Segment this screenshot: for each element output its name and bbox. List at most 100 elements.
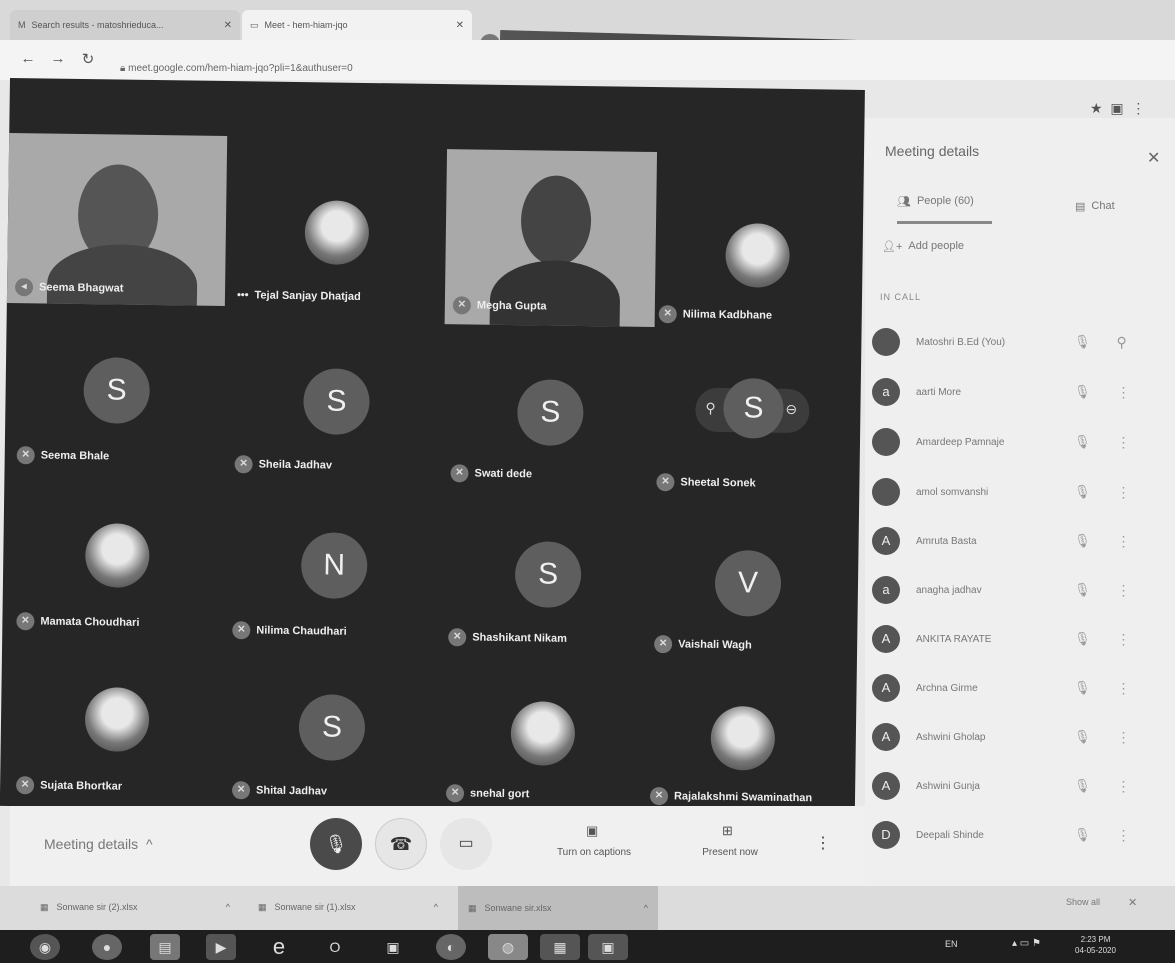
captions-icon[interactable]: ▣ [586,823,598,839]
participant-name: ✕ Nilima Chaudhari [232,621,347,641]
chevron-up-icon: ^ [145,836,153,852]
system-clock[interactable]: 2:23 PM 04-05-2020 [1075,934,1116,956]
tab-chat[interactable]: ▤ Chat [1075,200,1115,213]
firefox-icon[interactable]: ◐ [436,934,466,960]
list-item[interactable]: a anagha jadhav 🎙︎ ⋮ [872,570,1142,610]
list-item[interactable]: A Ashwini Gunja 🎙︎ ⋮ [872,766,1142,806]
participant-avatar [510,701,576,766]
forward-icon[interactable]: → [48,50,68,67]
chevron-up-icon[interactable]: ^ [434,902,438,912]
more-vert-icon[interactable]: ⋮ [1117,729,1131,746]
remove-icon[interactable]: ⊖ [785,401,797,418]
close-icon[interactable]: ✕ [1147,148,1160,168]
extension-icon[interactable]: ▣ [1110,100,1123,116]
close-tab-icon[interactable]: ✕ [456,20,464,31]
star-icon[interactable]: ★ [1090,100,1103,116]
close-icon[interactable]: ✕ [1128,896,1137,909]
list-item[interactable]: A Amruta Basta 🎙︎ ⋮ [872,521,1142,561]
more-vert-icon[interactable]: ⋮ [1117,680,1131,697]
participant-avatar [725,223,791,288]
mic-off-icon: 🎙︎ [1074,631,1091,646]
more-vert-icon[interactable]: ⋮ [1117,778,1131,795]
more-vert-icon[interactable]: ⋮ [1117,533,1131,550]
more-vert-icon[interactable]: ⋮ [1117,582,1131,599]
meeting-details-button[interactable]: Meeting details ^ [44,836,153,852]
list-item[interactable]: Amardeep Pamnaje 🎙︎ ⋮ [872,422,1142,462]
in-call-heading: IN CALL [880,292,922,302]
participant-name: ◂ Seema Bhagwat [14,278,124,298]
browser-tab-search-results[interactable]: M Search results - matoshrieduca... ✕ [10,10,240,40]
video-player-icon[interactable]: ▶ [206,934,236,960]
more-vert-icon[interactable]: ⋮ [1117,434,1131,451]
mic-off-icon: ✕ [231,781,251,800]
mic-off-icon: 🎙︎ [1074,434,1091,449]
menu-icon[interactable]: ⋮ [1131,100,1145,116]
list-item[interactable]: amol somvanshi 🎙︎ ⋮ [872,472,1142,512]
tab-people[interactable]: 👥︎ People (60) [897,195,974,208]
list-item[interactable]: A Ashwini Gholap 🎙︎ ⋮ [872,717,1142,757]
media-player-icon[interactable]: ● [92,934,122,960]
chevron-up-icon[interactable]: ^ [644,903,648,913]
download-item[interactable]: ▦ Sonwane sir (1).xlsx ^ [248,892,448,922]
participant-name: ✕ Mamata Choudhari [16,612,140,632]
mic-off-icon: 🎙︎ [1074,533,1091,548]
more-dots-icon[interactable]: ••• [237,289,249,301]
mic-off-icon: ✕ [232,621,251,640]
internet-explorer-icon[interactable]: e [264,934,294,960]
participant-avatar: S [303,368,370,436]
more-vert-icon[interactable]: ⋮ [1117,827,1131,844]
chat-icon: ▤ [1075,201,1086,213]
phone-icon: ☎︎ [389,834,413,854]
excel-icon[interactable]: ▦ [540,934,580,960]
download-item[interactable]: ▦ Sonwane sir.xlsx ^ [458,886,658,930]
people-icon: 👥︎ [897,196,911,208]
reload-icon[interactable]: ↻ [78,50,98,68]
show-all-button[interactable]: Show all [1066,897,1100,907]
url-field[interactable]: 🔒︎ meet.google.com/hem-hiam-jqo?pli=1&au… [120,63,353,74]
mic-toggle-button[interactable]: 🎙︎ [310,818,362,870]
list-item[interactable]: A ANKITA RAYATE 🎙︎ ⋮ [872,619,1142,659]
add-people-button[interactable]: 👤︎+ Add people [882,240,964,253]
participant-avatar: S [298,694,366,762]
chrome-icon[interactable]: ◍ [488,934,528,960]
list-item[interactable]: D Deepali Shinde 🎙︎ ⋮ [872,815,1142,855]
camera-toggle-button[interactable]: ▭ [440,818,492,870]
mic-off-icon: ✕ [656,473,675,492]
participant-avatar [84,687,150,753]
pin-icon[interactable]: ⚲ [705,400,715,417]
mic-off-icon: 🎙︎ [1074,582,1091,597]
tab-label: Meet - hem-hiam-jqo [264,20,348,30]
present-button[interactable]: Present now [690,847,770,858]
network-icon[interactable]: ▣ [378,934,408,960]
list-item[interactable]: a aarti More 🎙︎ ⋮ [872,372,1142,412]
file-explorer-icon[interactable]: ▤ [150,934,180,960]
powerpoint-icon[interactable]: ▣ [588,934,628,960]
more-vert-icon[interactable]: ⋮ [1117,484,1131,501]
more-vert-icon[interactable]: ⋮ [1117,384,1131,401]
person-avatar: A [872,723,900,751]
system-tray-icons[interactable]: ▴ ▭ ⚑ [1012,938,1041,949]
language-indicator[interactable]: EN [945,939,958,949]
mic-off-icon: ✕ [16,776,35,795]
present-icon[interactable]: ⊞ [722,823,733,839]
more-vert-icon[interactable]: ⋮ [1117,631,1131,648]
hang-up-button[interactable]: ☎︎ [375,818,427,870]
participant-avatar: S [83,357,151,424]
add-person-icon: 👤︎+ [882,241,903,253]
lock-icon: 🔒︎ [120,63,129,74]
opera-icon[interactable]: O [320,934,350,960]
download-item[interactable]: ▦ Sonwane sir (2).xlsx ^ [30,892,240,922]
list-item[interactable]: A Archna Girme 🎙︎ ⋮ [872,668,1142,708]
back-icon[interactable]: ← [18,50,38,67]
close-tab-icon[interactable]: ✕ [224,20,232,31]
list-item[interactable]: Matoshri B.Ed (You) 🎙︎ ⚲ [872,322,1142,362]
active-tab-indicator [897,221,992,224]
pin-icon[interactable]: ⚲ [1117,334,1127,351]
start-button-icon[interactable]: ◉ [30,934,60,960]
mic-off-icon: ✕ [16,612,35,631]
more-options-icon[interactable]: ⋮ [815,833,831,853]
browser-tab-meet[interactable]: ▭ Meet - hem-hiam-jqo ✕ [242,10,472,40]
chevron-up-icon[interactable]: ^ [226,902,230,912]
captions-button[interactable]: Turn on captions [548,847,640,858]
participant-name: ••• Tejal Sanjay Dhatjad [236,289,361,303]
